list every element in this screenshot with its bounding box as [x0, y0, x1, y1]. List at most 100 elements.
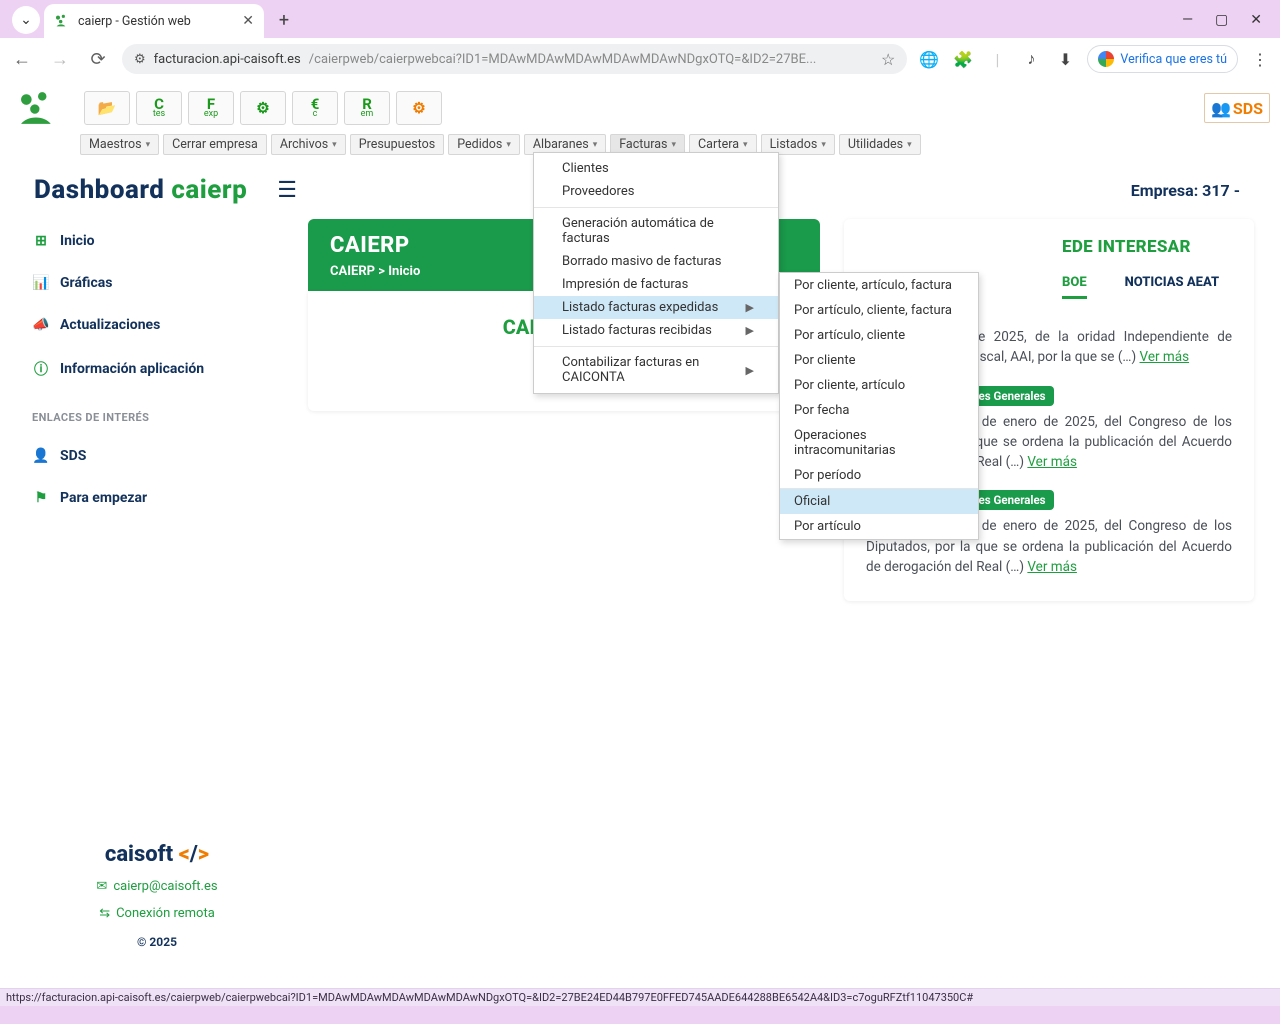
- menu-item[interactable]: Listado facturas recibidas▶: [534, 319, 778, 342]
- sync-icon: ⇆: [99, 906, 110, 921]
- tab-list-button[interactable]: ⌄: [12, 6, 40, 34]
- toolbar-button[interactable]: Rem: [344, 91, 390, 125]
- reload-button[interactable]: ⟳: [84, 49, 112, 70]
- submenu-item[interactable]: Por artículo: [780, 514, 978, 539]
- minimize-icon[interactable]: —: [1182, 12, 1193, 28]
- sidebar-icon: ⚑: [32, 490, 50, 506]
- dashboard-title: Dashboard caierp: [34, 175, 247, 205]
- menu-item[interactable]: Generación automática de facturas: [534, 212, 778, 250]
- sds-label: SDS: [1233, 99, 1263, 118]
- sidebar-section-heading: ENLACES DE INTERÉS: [32, 411, 282, 424]
- tab-title: caierp - Gestión web: [78, 14, 234, 29]
- sidebar-links: 👤SDS ⚑Para empezar: [32, 448, 282, 506]
- submenu-item[interactable]: Por cliente: [780, 348, 978, 373]
- dashboard-title-b: caierp: [171, 175, 247, 205]
- menu-item[interactable]: Impresión de facturas: [534, 273, 778, 296]
- tab-close-icon[interactable]: ✕: [242, 13, 254, 29]
- sidebar-icon: 📣: [32, 317, 50, 333]
- news-more-link[interactable]: Ver más: [1140, 349, 1190, 365]
- menu-cerrar-empresa[interactable]: Cerrar empresa: [163, 134, 267, 155]
- new-tab-button[interactable]: +: [270, 6, 298, 34]
- submenu-item[interactable]: Por fecha: [780, 398, 978, 423]
- browser-toolbar: ← → ⟳ ⚙ facturacion.api-caisoft.es /caie…: [0, 38, 1280, 80]
- toolbar-button[interactable]: ⚙: [396, 91, 442, 125]
- maximize-icon[interactable]: ▢: [1215, 12, 1228, 28]
- sidebar-item-gráficas[interactable]: 📊Gráficas: [32, 275, 282, 291]
- submenu-item[interactable]: Oficial: [780, 489, 978, 514]
- sds-badge[interactable]: 👥SDS: [1204, 93, 1270, 123]
- browser-status-bar: https://facturacion.api-caisoft.es/caier…: [0, 988, 1280, 1006]
- interest-title: EDE INTERESAR: [1062, 237, 1232, 257]
- divider: |: [985, 50, 1009, 69]
- toolbar-button[interactable]: 📂: [84, 91, 130, 125]
- browser-tab[interactable]: caierp - Gestión web ✕: [44, 4, 264, 38]
- menu-item[interactable]: Contabilizar facturas en CAICONTA▶: [534, 351, 778, 389]
- listado-expedidas-submenu[interactable]: Por cliente, artículo, facturaPor artícu…: [779, 272, 979, 540]
- menu-item[interactable]: Listado facturas expedidas▶: [534, 296, 778, 319]
- toolbar-button[interactable]: ⚙: [240, 91, 286, 125]
- forward-button: →: [46, 49, 74, 70]
- menu-utilidades[interactable]: Utilidades▾: [839, 134, 921, 155]
- verify-identity-chip[interactable]: Verifica que eres tú: [1087, 45, 1238, 73]
- hamburger-icon[interactable]: ☰: [277, 178, 297, 203]
- sidebar-item-sds[interactable]: 👤SDS: [32, 448, 282, 464]
- empresa-label: Empresa: 317 -: [1131, 181, 1240, 200]
- menu-item[interactable]: Proveedores: [534, 180, 778, 203]
- menu-item[interactable]: Clientes: [534, 157, 778, 180]
- app-root: 📂CtesFexp⚙€cRem⚙ 👥SDS Maestros▾Cerrar em…: [0, 80, 1280, 1006]
- toolbar-button[interactable]: €c: [292, 91, 338, 125]
- tab-boe[interactable]: BOE: [1062, 275, 1087, 299]
- submenu-item[interactable]: Por artículo, cliente, factura: [780, 298, 978, 323]
- menu-maestros[interactable]: Maestros▾: [80, 134, 159, 155]
- menu-pedidos[interactable]: Pedidos▾: [448, 134, 520, 155]
- submenu-item[interactable]: Por cliente, artículo, factura: [780, 273, 978, 298]
- people-icon: 👥: [1211, 99, 1231, 118]
- menu-archivos[interactable]: Archivos▾: [271, 134, 346, 155]
- back-button[interactable]: ←: [8, 49, 36, 70]
- menu-presupuestos[interactable]: Presupuestos: [350, 134, 445, 155]
- toolbar-button[interactable]: Ctes: [136, 91, 182, 125]
- verify-label: Verifica que eres tú: [1120, 52, 1227, 67]
- submenu-item[interactable]: Operaciones intracomunitarias: [780, 423, 978, 463]
- sidebar-nav: ⊞Inicio 📊Gráficas 📣Actualizaciones ⓘInforma…: [32, 233, 282, 379]
- extensions-icon[interactable]: 🧩: [951, 50, 975, 69]
- site-settings-icon[interactable]: ⚙: [134, 52, 146, 67]
- bookmark-icon[interactable]: ☆: [881, 50, 895, 69]
- toolbar-buttons: 📂CtesFexp⚙€cRem⚙: [84, 91, 442, 125]
- sidebar: ⊞Inicio 📊Gráficas 📣Actualizaciones ⓘInforma…: [26, 219, 282, 969]
- window-controls: — ▢ ✕: [1182, 12, 1280, 38]
- sidebar-item-inicio[interactable]: ⊞Inicio: [32, 233, 282, 249]
- mail-icon: ✉: [96, 879, 107, 894]
- globe-icon[interactable]: 🌐: [917, 50, 941, 69]
- interest-tabs: BOE NOTICIAS AEAT: [1062, 275, 1232, 299]
- close-window-icon[interactable]: ✕: [1250, 12, 1262, 28]
- facturas-dropdown[interactable]: ClientesProveedores Generación automática…: [533, 152, 779, 394]
- downloads-icon[interactable]: ⬇: [1053, 50, 1077, 69]
- submenu-item[interactable]: Por artículo, cliente: [780, 323, 978, 348]
- sidebar-item-para-empezar[interactable]: ⚑Para empezar: [32, 490, 282, 506]
- toolbar-button[interactable]: Fexp: [188, 91, 234, 125]
- tab-noticias-aeat[interactable]: NOTICIAS AEAT: [1125, 275, 1219, 299]
- submenu-item[interactable]: Por cliente, artículo: [780, 373, 978, 398]
- app-toolbar: 📂CtesFexp⚙€cRem⚙ 👥SDS: [0, 80, 1280, 130]
- url-path: /caierpweb/caierpwebcai?ID1=MDAwMDAwMDAw…: [309, 52, 817, 67]
- footer-email[interactable]: ✉caierp@caisoft.es: [32, 879, 282, 894]
- submenu-item[interactable]: Por período: [780, 463, 978, 488]
- menu-item[interactable]: Borrado masivo de facturas: [534, 250, 778, 273]
- app-logo[interactable]: [10, 86, 78, 130]
- sidebar-footer: caisoft </> ✉caierp@caisoft.es ⇆Conexión…: [32, 802, 282, 969]
- sidebar-item-actualizaciones[interactable]: 📣Actualizaciones: [32, 317, 282, 333]
- news-more-link[interactable]: Ver más: [1027, 454, 1077, 470]
- sidebar-icon: 📊: [32, 275, 50, 291]
- browser-titlebar: ⌄ caierp - Gestión web ✕ + — ▢ ✕: [0, 0, 1280, 38]
- reader-icon[interactable]: ♪: [1019, 49, 1043, 69]
- kebab-menu-icon[interactable]: ⋮: [1248, 50, 1272, 69]
- sidebar-icon: 👤: [32, 448, 50, 464]
- sidebar-item-información-aplicación[interactable]: ⓘInformación aplicación: [32, 359, 282, 379]
- sidebar-icon: ⓘ: [32, 359, 50, 379]
- footer-remote[interactable]: ⇆Conexión remota: [32, 906, 282, 921]
- news-more-link[interactable]: Ver más: [1027, 559, 1077, 575]
- sidebar-icon: ⊞: [32, 233, 50, 249]
- address-bar[interactable]: ⚙ facturacion.api-caisoft.es /caierpweb/…: [122, 44, 907, 74]
- url-host: facturacion.api-caisoft.es: [154, 52, 301, 67]
